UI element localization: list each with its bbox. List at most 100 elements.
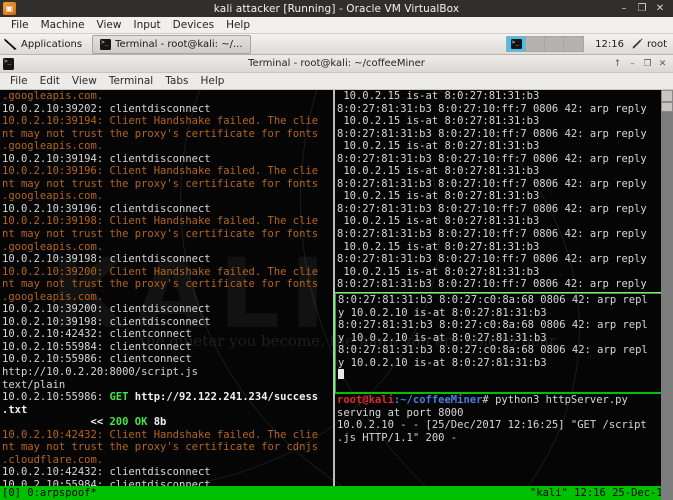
terminal-text: nt may not trust the proxy's certificate… (2, 228, 318, 240)
terminal-menu-file[interactable]: File (4, 75, 34, 87)
terminal-line: 10.0.2.15 is-at 8:0:27:81:31:b3 (337, 241, 673, 254)
terminal-text: 10.0.2.10:39196: Client Handshake failed… (2, 165, 318, 177)
terminal-line: y 10.0.2.10 is-at 8:0:27:81:31:b3 (338, 332, 672, 345)
tmux-pane-grid: .googleapis.com.10.0.2.10:39202: clientd… (0, 90, 673, 486)
terminal-text: 8:0:27:81:31:b3 8:0:27:10:ff:7 0806 42: … (337, 153, 647, 165)
terminal-line: .googleapis.com. (2, 241, 333, 254)
terminal-menu-view[interactable]: View (66, 75, 103, 87)
workspace-1[interactable]: >_ (507, 37, 526, 51)
terminal-line: http://10.0.2.20:8000/script.js (2, 366, 333, 379)
panel-clock[interactable]: 12:16 (590, 39, 629, 50)
menu-item-input[interactable]: Input (127, 17, 166, 33)
scrollbar-up-arrow[interactable] (661, 90, 673, 102)
panel-username[interactable]: root (645, 39, 673, 50)
terminal-cursor (338, 369, 344, 379)
terminal-window-controls: ↑ – ❐ ✕ (610, 55, 673, 73)
maximize-icon[interactable]: ❐ (640, 55, 655, 73)
menu-item-help[interactable]: Help (220, 17, 256, 33)
tmux-pane-http-server[interactable]: root@kali:~/coffeeMiner# python3 httpSer… (335, 393, 673, 486)
terminal-line: nt may not trust the proxy's certificate… (2, 128, 333, 141)
terminal-text: nt may not trust the proxy's certificate… (2, 441, 318, 453)
terminal-line: 10.0.2.10:42432: clientconnect (2, 328, 333, 341)
terminal-line: 10.0.2.15 is-at 8:0:27:81:31:b3 (337, 215, 673, 228)
workspace-switcher[interactable]: >_ (506, 36, 584, 52)
terminal-text: 10.0.2.15 is-at 8:0:27:81:31:b3 (337, 165, 539, 177)
close-icon[interactable]: ✕ (655, 55, 670, 73)
terminal-line: 8:0:27:81:31:b3 8:0:27:c0:8a:68 0806 42:… (338, 344, 672, 357)
terminal-text: 10.0.2.10:39198: Client Handshake failed… (2, 215, 318, 227)
terminal-text: text/plain (2, 379, 65, 391)
tmux-pane-mitmproxy[interactable]: .googleapis.com.10.0.2.10:39202: clientd… (0, 90, 333, 486)
terminal-text: 10.0.2.15 is-at 8:0:27:81:31:b3 (337, 115, 539, 127)
virtualbox-window-title: kali attacker [Running] - Oracle VM Virt… (0, 3, 673, 15)
terminal-text: .cloudflare.com. (2, 454, 103, 466)
terminal-line: 8:0:27:81:31:b3 8:0:27:10:ff:7 0806 42: … (337, 253, 673, 266)
terminal-menu-tabs[interactable]: Tabs (159, 75, 194, 87)
terminal-line: 10.0.2.10:42432: Client Handshake failed… (2, 429, 333, 442)
terminal-text: 8:0:27:81:31:b3 8:0:27:10:ff:7 0806 42: … (337, 228, 647, 240)
minimize-icon[interactable]: – (615, 0, 633, 17)
minimize-icon[interactable]: – (625, 55, 640, 73)
terminal-line: 8:0:27:81:31:b3 8:0:27:10:ff:7 0806 42: … (337, 128, 673, 141)
terminal-icon: >_ (511, 39, 522, 49)
terminal-line: 10.0.2.10:39198: clientdisconnect (2, 253, 333, 266)
terminal-line: 8:0:27:81:31:b3 8:0:27:10:ff:7 0806 42: … (337, 178, 673, 191)
shade-icon[interactable]: ↑ (610, 55, 625, 73)
terminal-text: 8:0:27:81:31:b3 8:0:27:10:ff:7 0806 42: … (337, 278, 647, 290)
terminal-icon: >_ (100, 39, 111, 50)
virtualbox-window: ▣ kali attacker [Running] - Oracle VM Vi… (0, 0, 673, 500)
terminal-line: 8:0:27:81:31:b3 8:0:27:10:ff:7 0806 42: … (337, 153, 673, 166)
terminal-text: y 10.0.2.10 is-at 8:0:27:81:31:b3 (338, 332, 547, 344)
pen-icon[interactable] (629, 36, 645, 52)
terminal-menubar: File Edit View Terminal Tabs Help (0, 73, 673, 90)
virtualbox-titlebar: ▣ kali attacker [Running] - Oracle VM Vi… (0, 0, 673, 17)
prompt-user: root@kali (337, 394, 394, 406)
terminal-line: .js HTTP/1.1" 200 - (337, 432, 673, 445)
terminal-menu-edit[interactable]: Edit (34, 75, 66, 87)
terminal-line: .cloudflare.com. (2, 454, 333, 467)
taskbar-window-button-terminal[interactable]: >_ Terminal - root@kali: ~/... (92, 35, 250, 54)
terminal-text: nt may not trust the proxy's certificate… (2, 278, 318, 290)
terminal-window: >_ Terminal - root@kali: ~/coffeeMiner ↑… (0, 55, 673, 500)
workspace-2[interactable] (526, 37, 545, 51)
terminal-text: .txt (2, 404, 27, 416)
applications-menu-button[interactable]: Applications (0, 34, 89, 55)
terminal-text: 8:0:27:81:31:b3 8:0:27:c0:8a:68 0806 42:… (338, 319, 648, 331)
terminal-text: 10.0.2.15 is-at 8:0:27:81:31:b3 (337, 266, 539, 278)
terminal-line: 10.0.2.10:55984: clientdisconnect (2, 479, 333, 486)
terminal-line: 8:0:27:81:31:b3 8:0:27:10:ff:7 0806 42: … (337, 228, 673, 241)
terminal-text: 10.0.2.15 is-at 8:0:27:81:31:b3 (337, 90, 539, 102)
terminal-text: serving at port 8000 (337, 407, 463, 419)
tmux-status-bar: [0] 0:arpspoof* "kali" 12:16 25-Dec-17 (0, 486, 673, 500)
terminal-text: 8:0:27:81:31:b3 8:0:27:10:ff:7 0806 42: … (337, 103, 647, 115)
workspace-3[interactable] (545, 37, 564, 51)
scrollbar-thumb[interactable] (661, 102, 673, 112)
terminal-prompt-line: root@kali:~/coffeeMiner# python3 httpSer… (337, 394, 673, 407)
applications-label: Applications (21, 39, 82, 50)
tmux-pane-arpspoof-victim[interactable]: 8:0:27:81:31:b3 8:0:27:c0:8a:68 0806 42:… (335, 293, 673, 393)
terminal-text: 10.0.2.10 - - [25/Dec/2017 12:16:25] "GE… (337, 419, 647, 431)
terminal-menu-help[interactable]: Help (194, 75, 230, 87)
workspace-4[interactable] (564, 37, 583, 51)
terminal-menu-terminal[interactable]: Terminal (103, 75, 159, 87)
close-icon[interactable]: ✕ (651, 0, 669, 17)
terminal-line: nt may not trust the proxy's certificate… (2, 441, 333, 454)
terminal-text: 8:0:27:81:31:b3 8:0:27:10:ff:7 0806 42: … (337, 203, 647, 215)
terminal-scrollbar[interactable] (661, 90, 673, 500)
terminal-text: 10.0.2.15 is-at 8:0:27:81:31:b3 (337, 215, 539, 227)
terminal-line: 10.0.2.10:39200: Client Handshake failed… (2, 266, 333, 279)
terminal-line: << 200 OK 8b (2, 416, 333, 429)
prompt-symbol: # (482, 394, 495, 406)
terminal-text: 10.0.2.15 is-at 8:0:27:81:31:b3 (337, 140, 539, 152)
menu-item-machine[interactable]: Machine (35, 17, 91, 33)
terminal-text: .googleapis.com. (2, 140, 103, 152)
tmux-pane-arpspoof-gateway[interactable]: 10.0.2.15 is-at 8:0:27:81:31:b38:0:27:81… (335, 90, 673, 293)
prompt-path: :~/coffeeMiner (394, 394, 483, 406)
menu-item-devices[interactable]: Devices (167, 17, 220, 33)
terminal-text: 10.0.2.15 is-at 8:0:27:81:31:b3 (337, 190, 539, 202)
terminal-text: .googleapis.com. (2, 291, 103, 303)
menu-item-view[interactable]: View (91, 17, 128, 33)
terminal-text: << (2, 416, 109, 428)
maximize-icon[interactable]: ❐ (633, 0, 651, 17)
menu-item-file[interactable]: File (5, 17, 35, 33)
